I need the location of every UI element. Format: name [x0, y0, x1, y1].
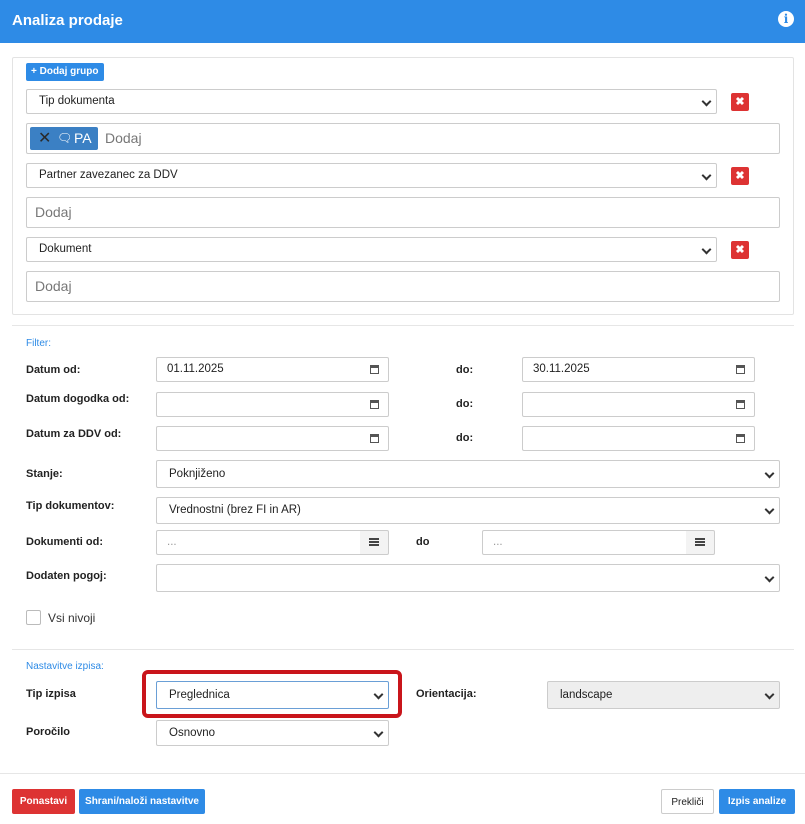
chevron-down-icon: [764, 468, 775, 479]
comments-icon: 🗨: [57, 131, 73, 145]
group-values-input-2[interactable]: Dodaj: [26, 197, 780, 228]
event-date-from-calendar-button[interactable]: [360, 392, 389, 417]
delete-group-3-button[interactable]: ✖: [731, 241, 749, 259]
chevron-down-icon: [701, 170, 712, 181]
docs-from-label: Dokumenti od:: [26, 536, 103, 548]
date-to-calendar-button[interactable]: [726, 357, 755, 382]
state-label: Stanje:: [26, 468, 63, 480]
vat-date-label: Datum za DDV od:: [26, 428, 122, 440]
orientation-label: Orientacija:: [416, 688, 477, 700]
calendar-icon: [369, 400, 379, 409]
vat-date-from-input[interactable]: [156, 426, 361, 451]
chevron-down-icon: [764, 689, 775, 700]
info-icon[interactable]: i: [778, 11, 794, 27]
event-date-from-input[interactable]: [156, 392, 361, 417]
date-to-label: do:: [456, 364, 474, 376]
group-select-2[interactable]: Partner zavezanec za DDV: [26, 163, 717, 188]
group-values-input-1[interactable]: Dodaj: [26, 123, 780, 154]
section-divider: [12, 325, 794, 326]
calendar-icon: [369, 365, 379, 374]
date-from-input[interactable]: 01.11.2025: [156, 357, 361, 382]
docs-to-list-button[interactable]: [686, 530, 715, 555]
delete-group-1-button[interactable]: ✖: [731, 93, 749, 111]
tag-chip-pa[interactable]: ✕ 🗨 PA: [30, 127, 98, 150]
vat-date-to-input[interactable]: [522, 426, 727, 451]
event-date-label: Datum dogodka od:: [26, 393, 130, 405]
docs-from-list-button[interactable]: [360, 530, 389, 555]
report-select[interactable]: Osnovno: [156, 720, 389, 746]
group-select-3[interactable]: Dokument: [26, 237, 717, 262]
doc-types-select-value: Vrednostni (brez FI in AR): [169, 504, 301, 516]
section-divider: [12, 649, 794, 650]
group-values-input-2-placeholder: Dodaj: [35, 204, 72, 220]
cancel-button[interactable]: Prekliči: [661, 789, 714, 814]
doc-types-label: Tip dokumentov:: [26, 500, 115, 512]
group-values-input-3-placeholder: Dodaj: [35, 278, 72, 294]
group-values-input-1-placeholder: Dodaj: [105, 130, 142, 146]
calendar-icon: [735, 434, 745, 443]
group-select-2-value: Partner zavezanec za DDV: [39, 169, 178, 181]
all-levels-label: Vsi nivoji: [48, 611, 96, 625]
extra-condition-label: Dodaten pogoj:: [26, 570, 107, 582]
event-date-to-calendar-button[interactable]: [726, 392, 755, 417]
event-date-to-input[interactable]: [522, 392, 727, 417]
run-analysis-button[interactable]: Izpis analize: [719, 789, 795, 814]
print-type-label: Tip izpisa: [26, 688, 76, 700]
group-select-1-value: Tip dokumenta: [39, 95, 115, 107]
vat-date-from-calendar-button[interactable]: [360, 426, 389, 451]
docs-to-label: do: [416, 536, 430, 548]
date-from-label: Datum od:: [26, 364, 81, 376]
list-icon: [369, 538, 379, 546]
vat-date-to-calendar-button[interactable]: [726, 426, 755, 451]
report-value: Osnovno: [169, 727, 216, 739]
orientation-value: landscape: [560, 689, 613, 701]
calendar-icon: [735, 365, 745, 374]
date-from-calendar-button[interactable]: [360, 357, 389, 382]
reset-button[interactable]: Ponastavi: [12, 789, 75, 814]
filter-section-title: Filter:: [26, 338, 51, 349]
chevron-down-icon: [701, 244, 712, 255]
vat-date-to-label: do:: [456, 432, 474, 444]
add-group-button[interactable]: + Dodaj grupo: [26, 63, 104, 81]
all-levels-checkbox[interactable]: [26, 610, 41, 625]
calendar-icon: [369, 434, 379, 443]
chevron-down-icon: [701, 96, 712, 107]
chevron-down-icon: [373, 727, 384, 738]
output-section-title: Nastavitve izpisa:: [26, 661, 104, 672]
date-to-input[interactable]: 30.11.2025: [522, 357, 727, 382]
chevron-down-icon: [764, 504, 775, 515]
report-label: Poročilo: [26, 726, 71, 738]
group-values-input-3[interactable]: Dodaj: [26, 271, 780, 302]
dialog-title: Analiza prodaje: [12, 12, 123, 29]
calendar-icon: [735, 400, 745, 409]
dialog-header: Analiza prodaje i: [0, 0, 805, 43]
group-select-1[interactable]: Tip dokumenta: [26, 89, 717, 114]
event-date-to-label: do:: [456, 398, 474, 410]
tag-chip-label: PA: [74, 130, 92, 146]
footer-divider: [0, 773, 805, 774]
highlight-box: [142, 670, 402, 718]
save-load-settings-button[interactable]: Shrani/naloži nastavitve: [79, 789, 205, 814]
docs-from-input[interactable]: ...: [156, 530, 361, 555]
delete-group-2-button[interactable]: ✖: [731, 167, 749, 185]
orientation-select[interactable]: landscape: [547, 681, 780, 709]
docs-to-input[interactable]: ...: [482, 530, 687, 555]
group-select-3-value: Dokument: [39, 243, 92, 255]
list-icon: [695, 538, 705, 546]
close-icon[interactable]: ✕: [38, 127, 51, 150]
chevron-down-icon: [764, 572, 775, 583]
doc-types-select[interactable]: Vrednostni (brez FI in AR): [156, 497, 780, 524]
extra-condition-select[interactable]: [156, 564, 780, 592]
state-select[interactable]: Poknjiženo: [156, 460, 780, 488]
state-select-value: Poknjiženo: [169, 468, 226, 480]
